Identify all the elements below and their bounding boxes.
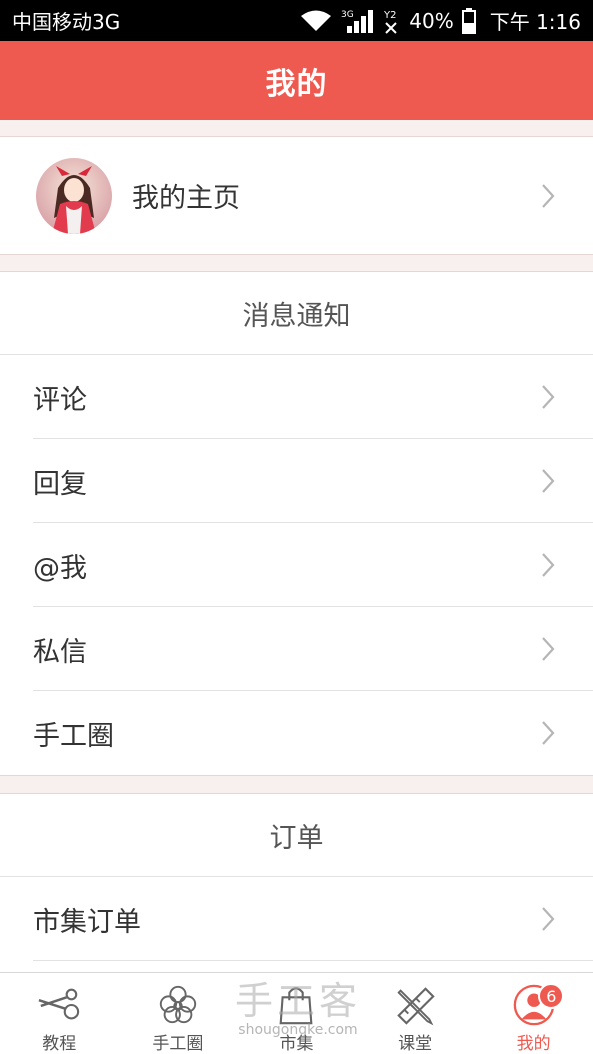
menu-item-market-orders[interactable]: 市集订单: [0, 877, 593, 961]
wifi-icon: [299, 9, 333, 33]
menu-item-label: 手工圈: [33, 720, 114, 752]
chevron-right-icon: [542, 907, 555, 931]
chevron-right-icon: [542, 183, 555, 208]
menu-item-craft-circle[interactable]: 手工圈: [0, 691, 593, 775]
messages-section: 消息通知 评论 回复 @我 私信 手工圈: [0, 271, 593, 776]
network-type: 3G: [341, 10, 354, 20]
chevron-right-icon: [542, 385, 555, 409]
battery-icon: [461, 7, 476, 34]
menu-item-comments[interactable]: 评论: [0, 355, 593, 439]
avatar: [36, 157, 112, 234]
chevron-right-icon: [542, 469, 555, 493]
tab-me[interactable]: 6 我的: [474, 973, 593, 1054]
tab-tutorials[interactable]: 教程: [0, 973, 119, 1054]
page-title: 我的: [265, 66, 328, 102]
sim2-label: Y2: [383, 10, 396, 21]
signal-icon: 3G: [341, 8, 375, 34]
tab-label: 课堂: [398, 1034, 433, 1054]
carrier-name: 中国移动3G: [12, 10, 121, 34]
messages-section-title: 消息通知: [0, 272, 593, 355]
clock: 下午 1:16: [489, 10, 581, 34]
tab-label: 我的: [516, 1034, 551, 1054]
chevron-right-icon: [542, 721, 555, 745]
tab-label: 市集: [279, 1034, 314, 1054]
menu-item-label: 市集订单: [33, 906, 141, 938]
ruler-pencil-icon: [397, 987, 435, 1026]
main-content[interactable]: 我的主页 消息通知 评论 回复 @我 私信 手工圈 订单 市集订单: [0, 120, 593, 972]
menu-item-label: 回复: [33, 468, 87, 500]
flower-icon: [159, 985, 197, 1024]
orders-section: 订单 市集订单: [0, 793, 593, 972]
battery-percent: 40%: [409, 8, 454, 33]
orders-section-title: 订单: [0, 794, 593, 877]
tab-classroom[interactable]: 课堂: [356, 973, 475, 1054]
shopping-bag-icon: [280, 987, 313, 1025]
tab-label: 教程: [42, 1034, 77, 1054]
status-bar: 中国移动3G 3G Y2 40% 下午 1:16: [0, 0, 593, 41]
app-header: 我的: [0, 41, 593, 120]
scissors-icon: [38, 988, 80, 1020]
chevron-right-icon: [542, 553, 555, 577]
tab-label: 手工圈: [152, 1034, 204, 1054]
notification-badge: 6: [538, 983, 565, 1009]
menu-item-mentions[interactable]: @我: [0, 523, 593, 607]
menu-item-replies[interactable]: 回复: [0, 439, 593, 523]
menu-item-label: @我: [33, 552, 87, 584]
menu-item-label: 评论: [33, 384, 87, 416]
my-homepage-row[interactable]: 我的主页: [0, 136, 593, 255]
tab-craft-circle[interactable]: 手工圈: [119, 973, 238, 1054]
menu-item-label: 私信: [33, 636, 87, 668]
sim2-no-signal-icon: Y2: [383, 8, 401, 34]
menu-item-private-messages[interactable]: 私信: [0, 607, 593, 691]
my-homepage-label: 我的主页: [132, 183, 240, 214]
chevron-right-icon: [542, 637, 555, 661]
tab-market[interactable]: 市集: [237, 973, 356, 1054]
bottom-tab-bar: 教程 手工圈 市集 课堂 6 我的: [0, 972, 593, 1054]
